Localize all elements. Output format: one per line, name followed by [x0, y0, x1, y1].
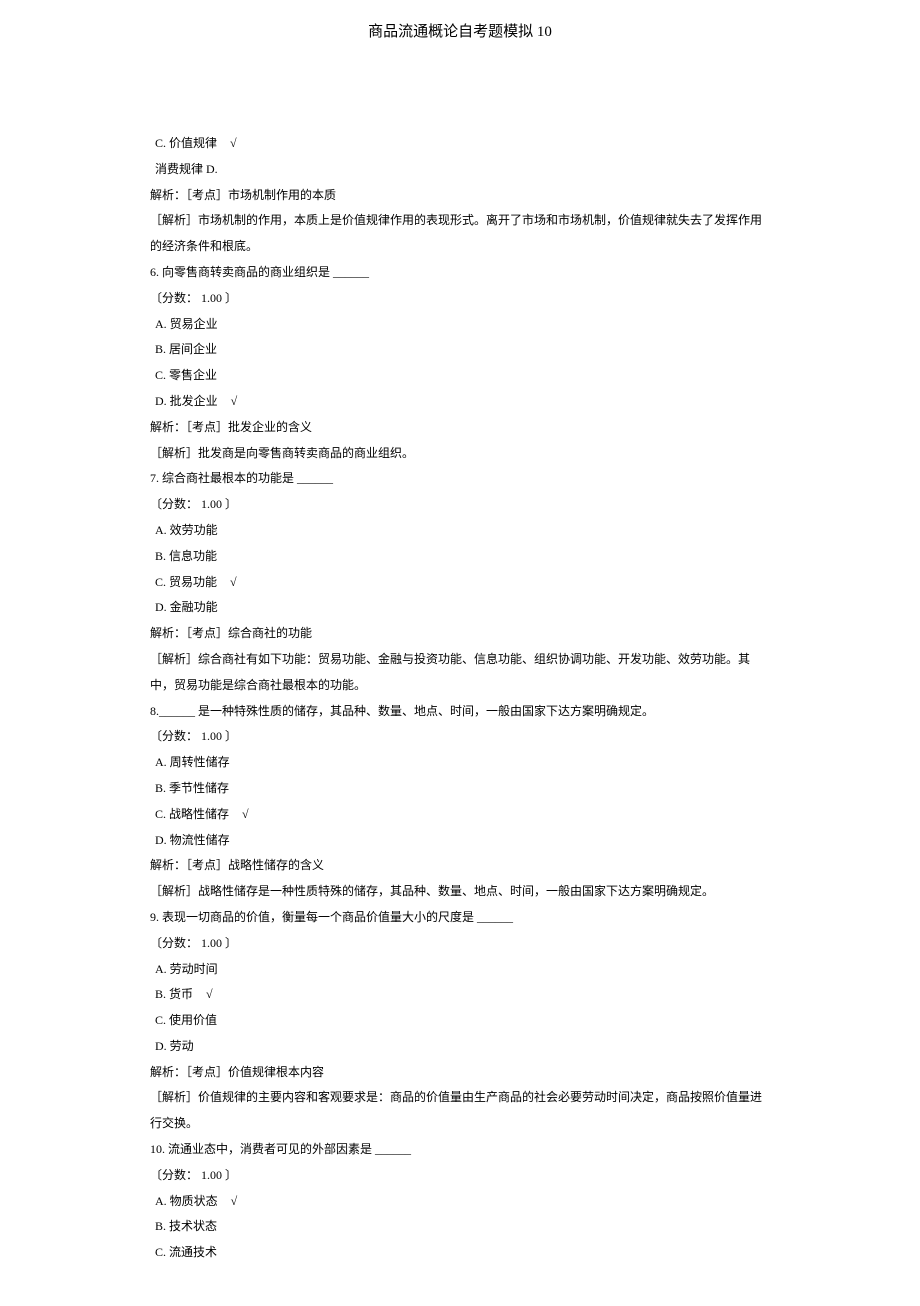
check-mark: √: [230, 575, 237, 589]
analysis-body: ［解析］综合商社有如下功能：贸易功能、金融与投资功能、信息功能、组织协调功能、开…: [150, 647, 770, 699]
option-b: B. 季节性储存: [150, 776, 770, 802]
option-a: A. 周转性储存: [150, 750, 770, 776]
option-text: B. 货币: [155, 987, 193, 1001]
question-stem: 8.______ 是一种特殊性质的储存，其品种、数量、地点、时间，一般由国家下达…: [150, 699, 770, 725]
prev-option-d: 消费规律 D.: [150, 157, 770, 183]
analysis-body: ［解析］战略性储存是一种性质特殊的储存，其品种、数量、地点、时间，一般由国家下达…: [150, 879, 770, 905]
page-title: 商品流通概论自考题模拟 10: [150, 20, 770, 41]
option-a: A. 物质状态 √: [150, 1189, 770, 1215]
option-a: A. 劳动时间: [150, 957, 770, 983]
check-mark: √: [231, 1194, 238, 1208]
option-d: D. 物流性储存: [150, 828, 770, 854]
option-a: A. 贸易企业: [150, 312, 770, 338]
option-a: A. 效劳功能: [150, 518, 770, 544]
question-score: 〔分数： 1.00 〕: [150, 724, 770, 750]
analysis-body: ［解析］价值规律的主要内容和客观要求是：商品的价值量由生产商品的社会必要劳动时间…: [150, 1085, 770, 1137]
option-text: C. 价值规律: [155, 136, 217, 150]
question-stem: 9. 表现一切商品的价值，衡量每一个商品价值量大小的尺度是 ______: [150, 905, 770, 931]
analysis-point: 解析：［考点］综合商社的功能: [150, 621, 770, 647]
option-d: D. 劳动: [150, 1034, 770, 1060]
option-b: B. 货币 √: [150, 982, 770, 1008]
analysis-point: 解析：［考点］价值规律根本内容: [150, 1060, 770, 1086]
question-score: 〔分数： 1.00 〕: [150, 286, 770, 312]
question-score: 〔分数： 1.00 〕: [150, 931, 770, 957]
question-stem: 10. 流通业态中，消费者可见的外部因素是 ______: [150, 1137, 770, 1163]
option-text: A. 物质状态: [155, 1194, 218, 1208]
analysis-body: ［解析］批发商是向零售商转卖商品的商业组织。: [150, 441, 770, 467]
prev-option-c: C. 价值规律 √: [150, 131, 770, 157]
option-d: D. 金融功能: [150, 595, 770, 621]
question-stem: 7. 综合商社最根本的功能是 ______: [150, 466, 770, 492]
check-mark: √: [206, 987, 213, 1001]
analysis-body: ［解析］市场机制的作用，本质上是价值规律作用的表现形式。离开了市场和市场机制，价…: [150, 208, 770, 260]
analysis-point: 解析：［考点］战略性储存的含义: [150, 853, 770, 879]
option-d: D. 批发企业 √: [150, 389, 770, 415]
option-c: C. 战略性储存 √: [150, 802, 770, 828]
analysis-point: 解析：［考点］市场机制作用的本质: [150, 183, 770, 209]
option-b: B. 居间企业: [150, 337, 770, 363]
option-c: C. 零售企业: [150, 363, 770, 389]
option-c: C. 流通技术: [150, 1240, 770, 1266]
check-mark: √: [242, 807, 249, 821]
option-text: C. 战略性储存: [155, 807, 229, 821]
option-text: C. 贸易功能: [155, 575, 217, 589]
question-score: 〔分数： 1.00 〕: [150, 1163, 770, 1189]
analysis-point: 解析：［考点］批发企业的含义: [150, 415, 770, 441]
question-score: 〔分数： 1.00 〕: [150, 492, 770, 518]
check-mark: √: [230, 136, 237, 150]
check-mark: √: [231, 394, 238, 408]
option-text: D. 批发企业: [155, 394, 218, 408]
question-stem: 6. 向零售商转卖商品的商业组织是 ______: [150, 260, 770, 286]
option-c: C. 贸易功能 √: [150, 570, 770, 596]
option-b: B. 技术状态: [150, 1214, 770, 1240]
option-b: B. 信息功能: [150, 544, 770, 570]
option-c: C. 使用价值: [150, 1008, 770, 1034]
